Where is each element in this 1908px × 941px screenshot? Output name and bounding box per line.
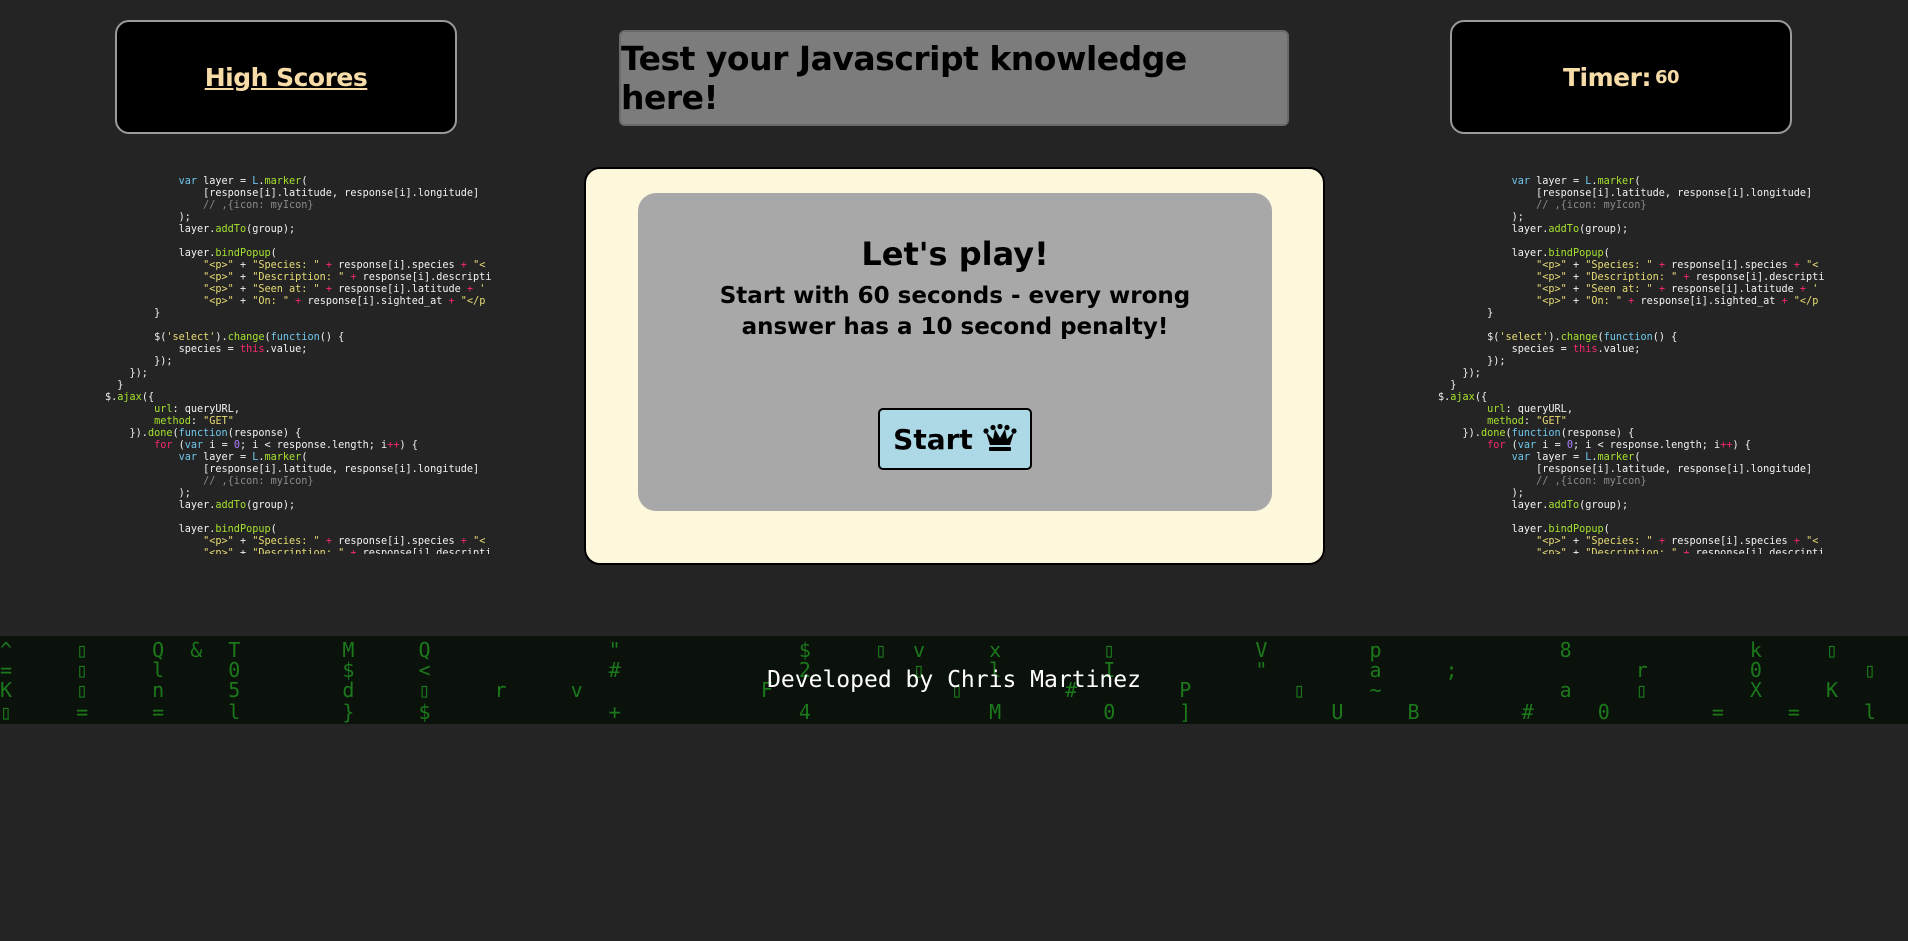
footer: ^ ▯ Q&T M Q " $ ▯v x ▯ V p 8 k ▯ 5 ^ ▯ ▯…	[0, 636, 1908, 724]
quiz-title: Let's play!	[861, 235, 1049, 273]
code-background-image-left: var layer = L.marker( [response[i].latit…	[105, 176, 492, 554]
start-button[interactable]: Start	[878, 408, 1032, 470]
timer-value: 60	[1654, 66, 1680, 88]
code-background-image-right: var layer = L.marker( [response[i].latit…	[1438, 176, 1825, 554]
chess-queen-icon	[983, 424, 1017, 451]
start-button-label: Start	[893, 422, 973, 456]
header-banner: Test your Javascript knowledge here!	[619, 30, 1289, 126]
high-scores-box: High Scores	[115, 20, 457, 134]
timer-box: Timer: 60	[1450, 20, 1792, 134]
timer-label: Timer:	[1562, 62, 1651, 92]
quiz-intro-panel: Let's play! Start with 60 seconds - ever…	[638, 193, 1272, 511]
quiz-description: Start with 60 seconds - every wrong answ…	[719, 283, 1191, 340]
page-title: Test your Javascript knowledge here!	[621, 39, 1187, 117]
footer-credit: Developed by Chris Martinez	[767, 667, 1141, 693]
quiz-card: Let's play! Start with 60 seconds - ever…	[584, 167, 1325, 565]
high-scores-link[interactable]: High Scores	[205, 63, 368, 92]
